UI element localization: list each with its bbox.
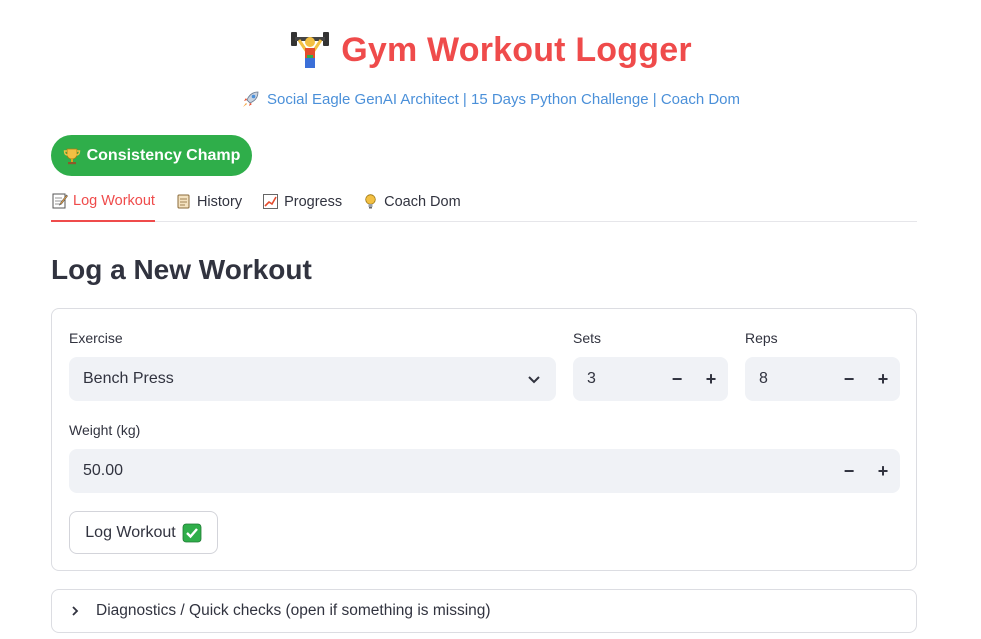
exercise-label: Exercise — [69, 330, 123, 346]
sets-label: Sets — [573, 330, 602, 346]
lightbulb-icon — [365, 194, 376, 209]
consistency-badge: Consistency Champ — [51, 135, 252, 176]
tab-label: History — [196, 193, 243, 210]
sets-increment-button[interactable]: + — [694, 357, 728, 401]
exercise-select[interactable]: Bench Press — [69, 357, 556, 401]
weight-increment-button[interactable]: + — [866, 449, 900, 493]
sets-decrement-button[interactable]: − — [660, 357, 694, 401]
sets-value: 3 — [587, 370, 596, 387]
weightlifter-icon — [291, 32, 330, 68]
check-mark-icon — [182, 523, 202, 542]
chevron-down-icon — [528, 376, 540, 384]
page-header: Gym Workout Logger — [0, 26, 981, 74]
reps-increment-button[interactable]: + — [866, 357, 900, 401]
tab-history[interactable]: History — [175, 185, 242, 222]
chart-increasing-icon — [263, 194, 279, 209]
expander-label: Diagnostics / Quick checks (open if some… — [96, 602, 491, 619]
log-workout-label: Log Workout — [85, 523, 176, 541]
tab-label: Log Workout — [73, 192, 155, 209]
badge-label: Consistency Champ — [86, 146, 241, 164]
reps-value: 8 — [759, 370, 768, 387]
weight-input[interactable]: 50.00 − + — [69, 449, 900, 493]
trophy-icon — [63, 148, 80, 164]
weight-label: Weight (kg) — [69, 422, 141, 438]
reps-input[interactable]: 8 − + — [745, 357, 900, 401]
section-title: Log a New Workout — [51, 254, 312, 285]
tab-log-workout[interactable]: Log Workout — [51, 185, 155, 222]
weight-decrement-button[interactable]: − — [832, 449, 866, 493]
scroll-icon — [177, 194, 190, 209]
tab-label: Progress — [284, 193, 343, 210]
page-title: Gym Workout Logger — [341, 30, 692, 69]
chevron-right-icon — [72, 606, 79, 616]
tab-coach-dom[interactable]: Coach Dom — [362, 185, 461, 222]
reps-label: Reps — [745, 330, 778, 346]
subtitle: Social Eagle GenAI Architect | 15 Days P… — [0, 88, 981, 110]
exercise-value: Bench Press — [83, 370, 174, 387]
tab-bar: Log Workout History Progress Coach Dom — [51, 185, 917, 222]
rocket-icon — [242, 91, 259, 107]
tab-label: Coach Dom — [384, 193, 461, 210]
memo-icon — [52, 193, 68, 209]
sets-input[interactable]: 3 − + — [573, 357, 728, 401]
tab-progress[interactable]: Progress — [262, 185, 342, 222]
subtitle-text: Social Eagle GenAI Architect | 15 Days P… — [266, 90, 741, 108]
log-workout-button[interactable]: Log Workout — [69, 511, 218, 554]
diagnostics-expander[interactable]: Diagnostics / Quick checks (open if some… — [51, 589, 917, 633]
reps-decrement-button[interactable]: − — [832, 357, 866, 401]
weight-value: 50.00 — [83, 462, 124, 479]
workout-form: Exercise Bench Press Sets 3 − + Reps 8 −… — [51, 308, 917, 571]
app-page: Gym Workout Logger Social Eagle GenAI Ar… — [0, 0, 981, 639]
